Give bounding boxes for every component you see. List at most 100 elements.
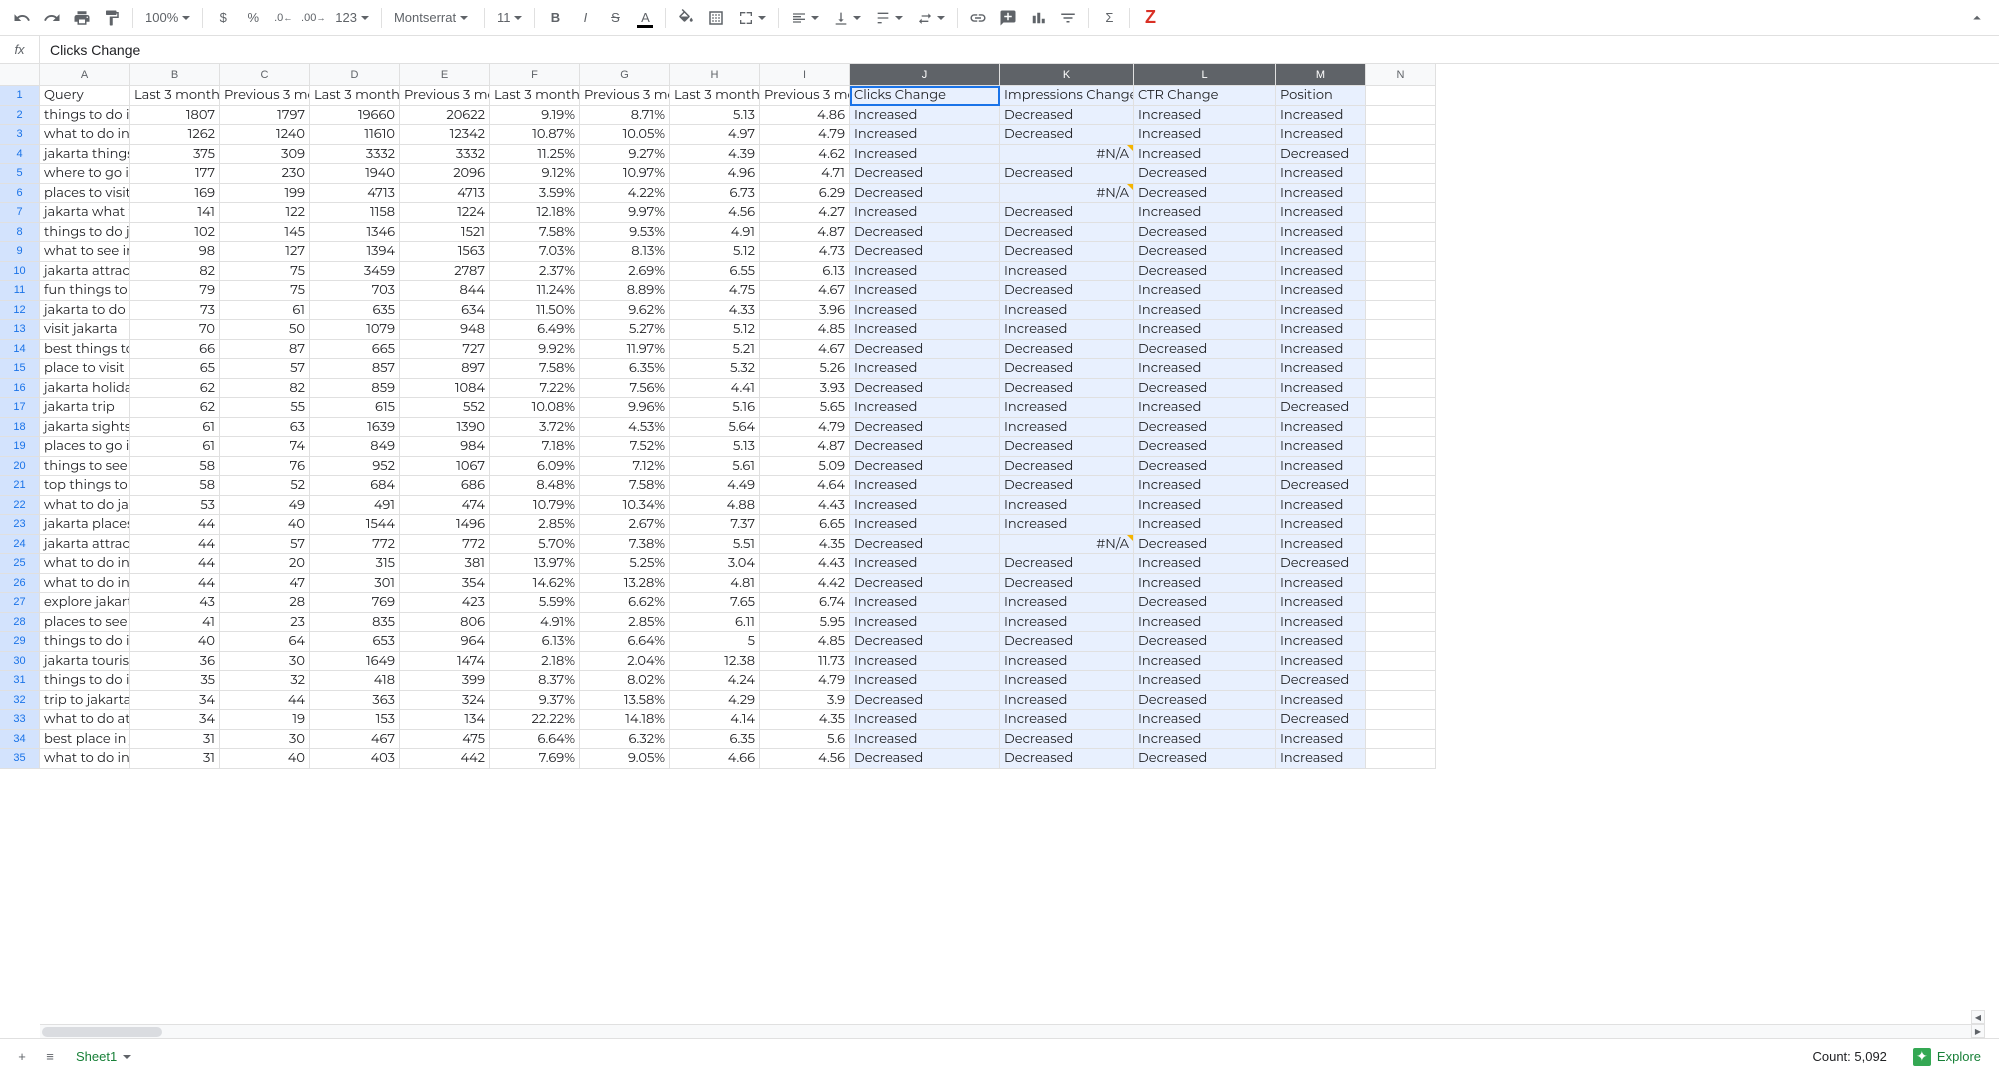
formula-input[interactable]: Clicks Change (40, 42, 1999, 58)
cell-J8[interactable]: Decreased (850, 223, 1000, 243)
cell-K29[interactable]: Decreased (1000, 632, 1134, 652)
cell-A24[interactable]: jakarta attraction (40, 535, 130, 555)
cell-A32[interactable]: trip to jakarta (40, 691, 130, 711)
row-header-30[interactable]: 30 (0, 652, 40, 672)
cell-I30[interactable]: 11.73 (760, 652, 850, 672)
filter-button[interactable] (1054, 4, 1082, 32)
cell-N26[interactable] (1366, 574, 1436, 594)
cell-K8[interactable]: Decreased (1000, 223, 1134, 243)
row-header-11[interactable]: 11 (0, 281, 40, 301)
italic-button[interactable]: I (571, 4, 599, 32)
cell-C28[interactable]: 23 (220, 613, 310, 633)
cell-B17[interactable]: 62 (130, 398, 220, 418)
cell-D1[interactable]: Last 3 months Im (310, 86, 400, 106)
horizontal-align-button[interactable] (785, 4, 825, 32)
strikethrough-button[interactable]: S (601, 4, 629, 32)
cell-K21[interactable]: Decreased (1000, 476, 1134, 496)
cell-M10[interactable]: Increased (1276, 262, 1366, 282)
cell-F21[interactable]: 8.48% (490, 476, 580, 496)
cell-G9[interactable]: 8.13% (580, 242, 670, 262)
currency-button[interactable]: $ (209, 4, 237, 32)
cell-E14[interactable]: 727 (400, 340, 490, 360)
text-color-button[interactable]: A (631, 4, 659, 32)
cell-B28[interactable]: 41 (130, 613, 220, 633)
cell-A31[interactable]: things to do in jak (40, 671, 130, 691)
cell-I34[interactable]: 5.6 (760, 730, 850, 750)
cell-I12[interactable]: 3.96 (760, 301, 850, 321)
cell-D26[interactable]: 301 (310, 574, 400, 594)
cell-H12[interactable]: 4.33 (670, 301, 760, 321)
cell-M34[interactable]: Increased (1276, 730, 1366, 750)
cell-N34[interactable] (1366, 730, 1436, 750)
paint-format-button[interactable] (98, 4, 126, 32)
cell-K30[interactable]: Increased (1000, 652, 1134, 672)
cell-N17[interactable] (1366, 398, 1436, 418)
cell-G15[interactable]: 6.35% (580, 359, 670, 379)
cell-E21[interactable]: 686 (400, 476, 490, 496)
cell-N6[interactable] (1366, 184, 1436, 204)
cell-I9[interactable]: 4.73 (760, 242, 850, 262)
cell-H19[interactable]: 5.13 (670, 437, 760, 457)
cell-J20[interactable]: Decreased (850, 457, 1000, 477)
cell-H34[interactable]: 6.35 (670, 730, 760, 750)
cell-E10[interactable]: 2787 (400, 262, 490, 282)
cell-B5[interactable]: 177 (130, 164, 220, 184)
column-header-I[interactable]: I (760, 64, 850, 86)
cell-I18[interactable]: 4.79 (760, 418, 850, 438)
cell-M6[interactable]: Increased (1276, 184, 1366, 204)
cell-C17[interactable]: 55 (220, 398, 310, 418)
select-all-corner[interactable] (0, 64, 40, 86)
cell-J32[interactable]: Decreased (850, 691, 1000, 711)
cell-G6[interactable]: 4.22% (580, 184, 670, 204)
cell-A14[interactable]: best things to do (40, 340, 130, 360)
cell-G20[interactable]: 7.12% (580, 457, 670, 477)
cell-G31[interactable]: 8.02% (580, 671, 670, 691)
cell-K7[interactable]: Decreased (1000, 203, 1134, 223)
row-header-35[interactable]: 35 (0, 749, 40, 769)
cell-B25[interactable]: 44 (130, 554, 220, 574)
cell-M31[interactable]: Decreased (1276, 671, 1366, 691)
cell-D14[interactable]: 665 (310, 340, 400, 360)
cell-F1[interactable]: Last 3 months CT (490, 86, 580, 106)
cell-D9[interactable]: 1394 (310, 242, 400, 262)
cell-D12[interactable]: 635 (310, 301, 400, 321)
cell-J25[interactable]: Increased (850, 554, 1000, 574)
cell-N3[interactable] (1366, 125, 1436, 145)
cell-D30[interactable]: 1649 (310, 652, 400, 672)
cell-L25[interactable]: Increased (1134, 554, 1276, 574)
cell-H26[interactable]: 4.81 (670, 574, 760, 594)
cell-C22[interactable]: 49 (220, 496, 310, 516)
cell-M18[interactable]: Increased (1276, 418, 1366, 438)
row-header-12[interactable]: 12 (0, 301, 40, 321)
row-header-25[interactable]: 25 (0, 554, 40, 574)
cell-J2[interactable]: Increased (850, 106, 1000, 126)
cell-H4[interactable]: 4.39 (670, 145, 760, 165)
cell-L28[interactable]: Increased (1134, 613, 1276, 633)
cell-M24[interactable]: Increased (1276, 535, 1366, 555)
cell-N30[interactable] (1366, 652, 1436, 672)
cell-I20[interactable]: 5.09 (760, 457, 850, 477)
cell-A16[interactable]: jakarta holiday (40, 379, 130, 399)
cell-N23[interactable] (1366, 515, 1436, 535)
cell-L7[interactable]: Increased (1134, 203, 1276, 223)
cell-M13[interactable]: Increased (1276, 320, 1366, 340)
cell-F5[interactable]: 9.12% (490, 164, 580, 184)
cell-M23[interactable]: Increased (1276, 515, 1366, 535)
cell-I11[interactable]: 4.67 (760, 281, 850, 301)
cell-K6[interactable]: #N/A (1000, 184, 1134, 204)
cell-E17[interactable]: 552 (400, 398, 490, 418)
cell-F25[interactable]: 13.97% (490, 554, 580, 574)
cell-G11[interactable]: 8.89% (580, 281, 670, 301)
cell-E20[interactable]: 1067 (400, 457, 490, 477)
cell-E4[interactable]: 3332 (400, 145, 490, 165)
cell-J24[interactable]: Decreased (850, 535, 1000, 555)
cell-I7[interactable]: 4.27 (760, 203, 850, 223)
cell-N12[interactable] (1366, 301, 1436, 321)
cell-J11[interactable]: Increased (850, 281, 1000, 301)
cell-L34[interactable]: Increased (1134, 730, 1276, 750)
cell-L20[interactable]: Decreased (1134, 457, 1276, 477)
add-sheet-button[interactable]: + (8, 1043, 36, 1071)
cell-I28[interactable]: 5.95 (760, 613, 850, 633)
cell-H30[interactable]: 12.38 (670, 652, 760, 672)
cell-E15[interactable]: 897 (400, 359, 490, 379)
